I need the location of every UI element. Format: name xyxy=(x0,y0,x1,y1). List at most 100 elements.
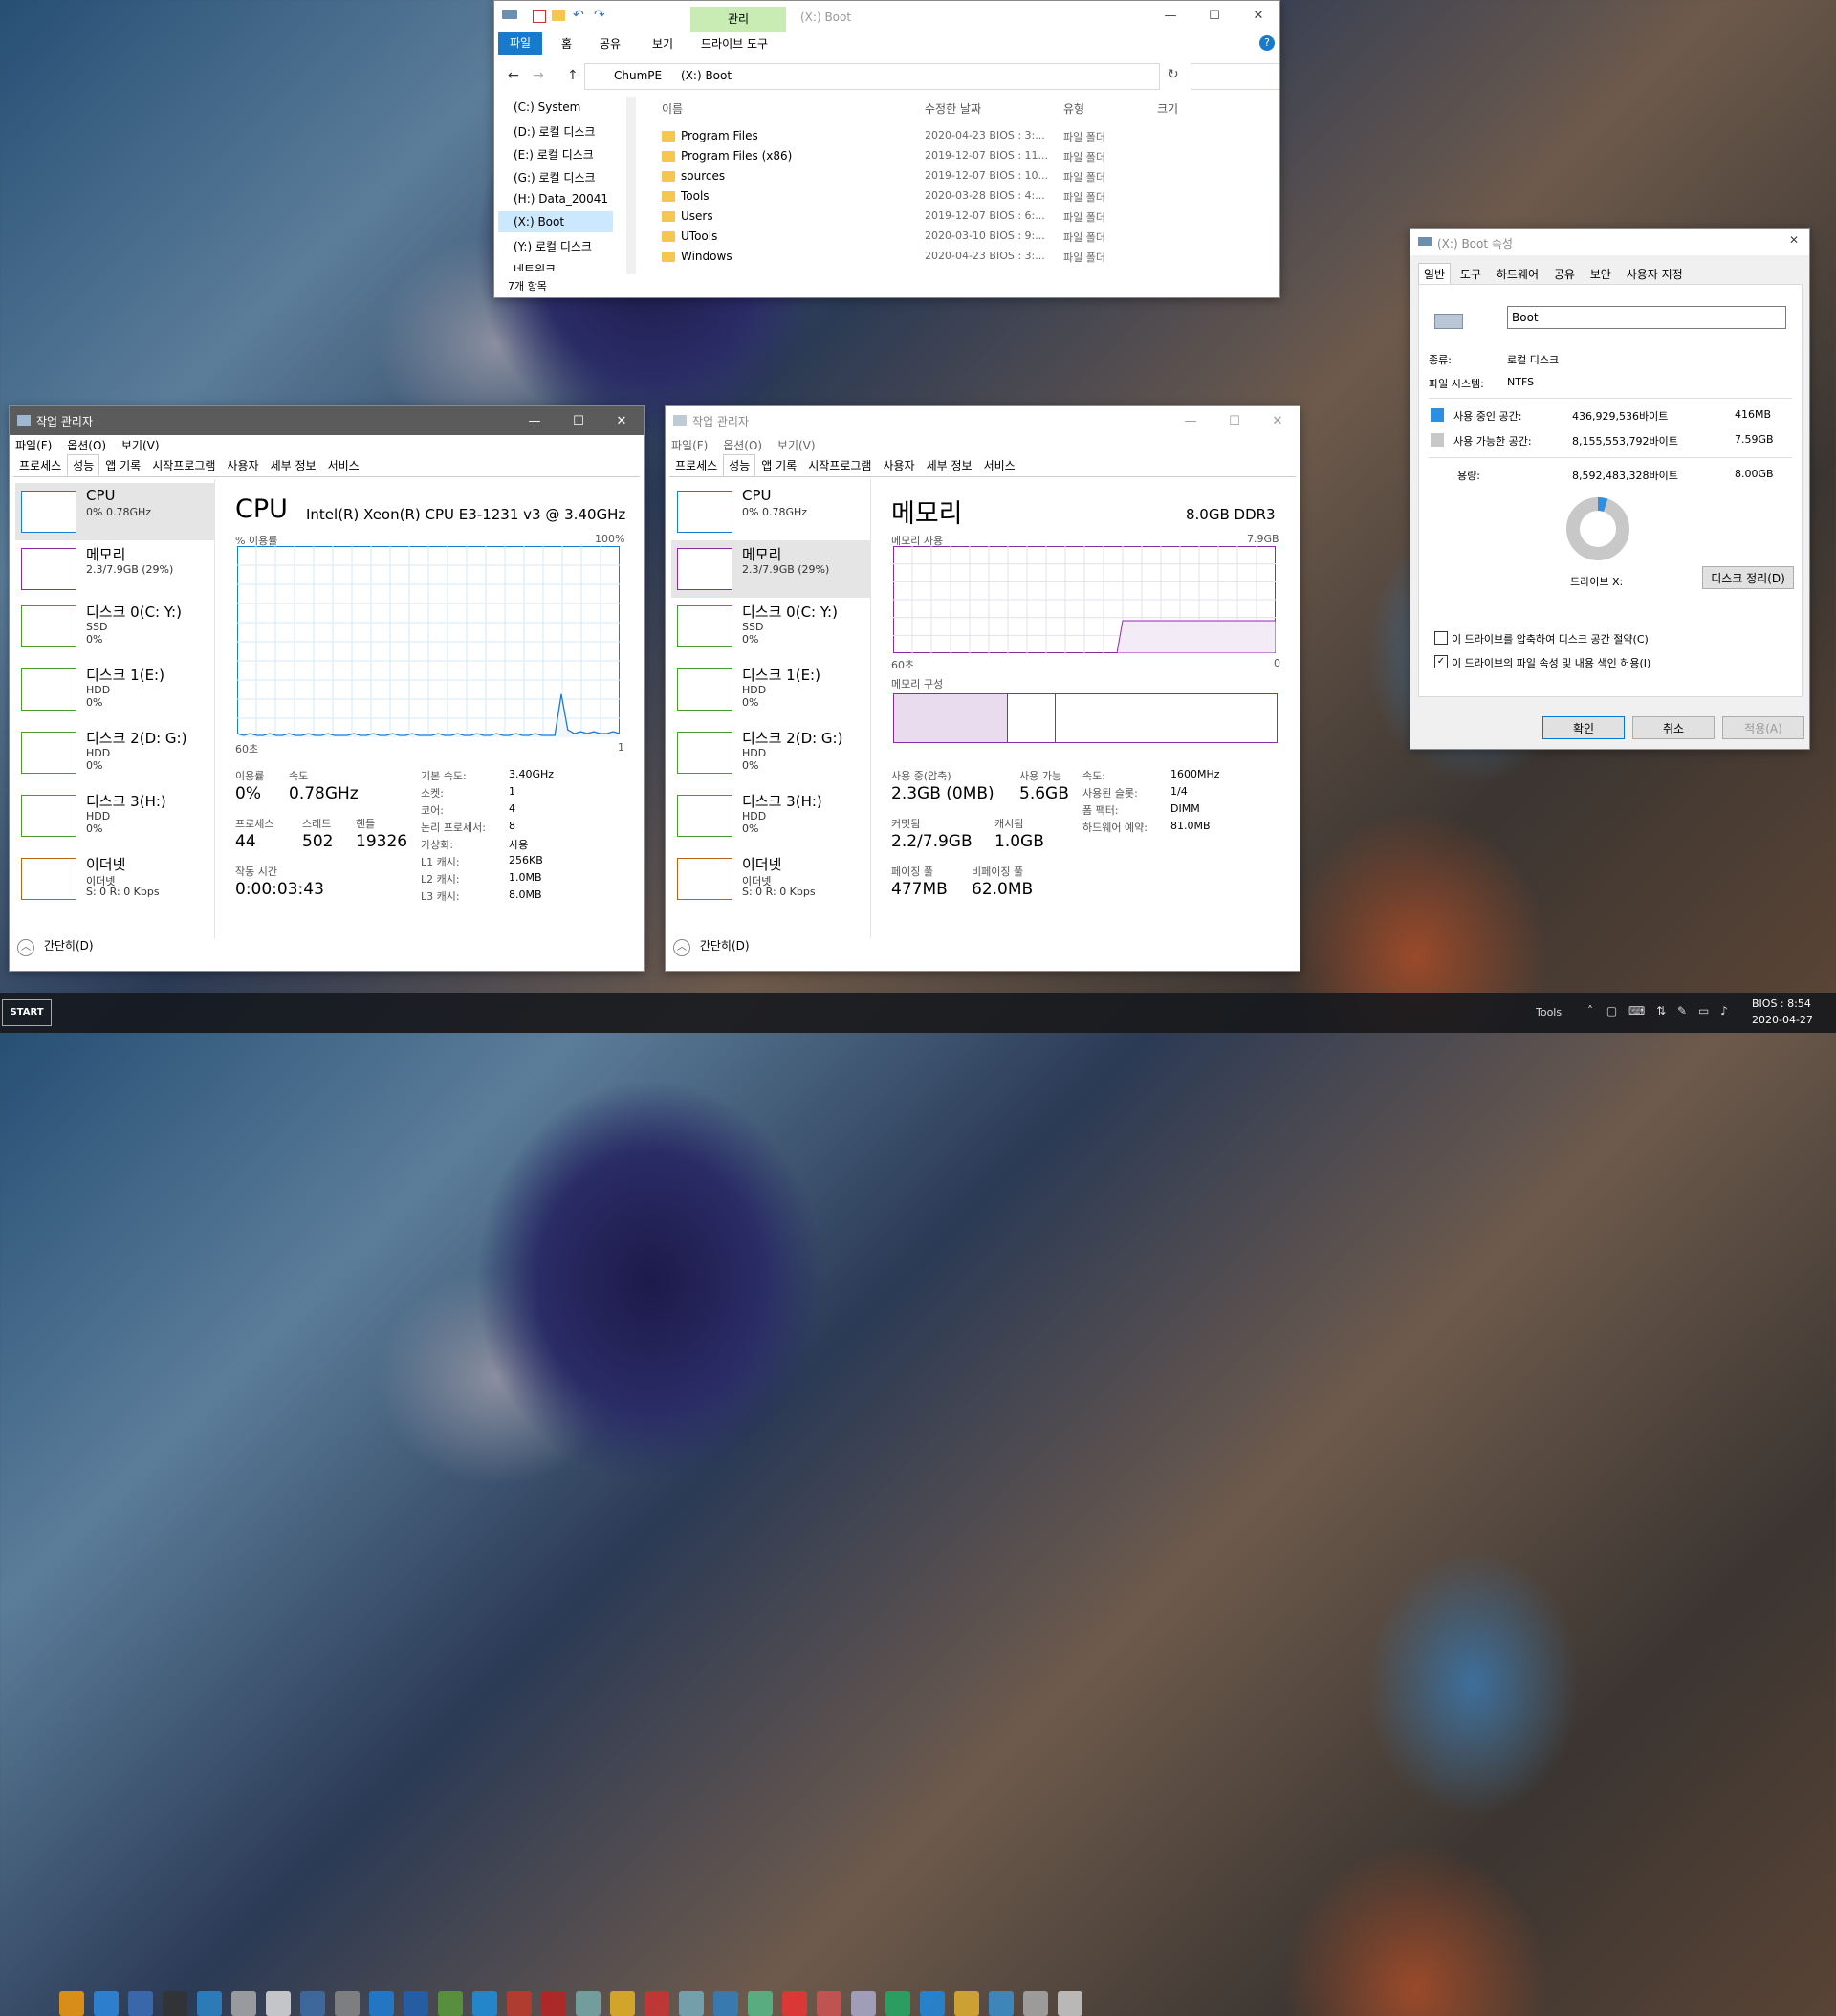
file-row[interactable]: Users 2019-12-07 BIOS : 6:... 파일 폴더 xyxy=(662,208,1255,227)
sidebar-item[interactable]: 이더넷 이더넷 S: 0 R: 0 Kbps xyxy=(671,850,870,908)
maximize-button[interactable]: ☐ xyxy=(557,406,601,435)
tray-pen-icon[interactable]: ✎ xyxy=(1677,1004,1687,1018)
col-name[interactable]: 이름 xyxy=(662,100,683,117)
undo-icon[interactable]: ↶ xyxy=(573,8,584,23)
maximize-button[interactable]: ☐ xyxy=(1192,1,1236,30)
ribbon-tab-drive-tools[interactable]: 드라이브 도구 xyxy=(701,35,768,52)
collapse-button[interactable]: ︿ 간단히(D) xyxy=(673,937,750,956)
col-size[interactable]: 크기 xyxy=(1157,100,1178,117)
calc-icon[interactable] xyxy=(851,1991,876,2016)
close-button[interactable]: ✕ xyxy=(600,406,644,435)
close-icon[interactable]: ✕ xyxy=(1789,233,1799,247)
tab-sharing[interactable]: 공유 xyxy=(1548,263,1581,285)
tab-startup[interactable]: 시작프로그램 xyxy=(802,454,877,476)
close-button[interactable]: ✕ xyxy=(1256,406,1300,435)
key-icon[interactable] xyxy=(610,1991,635,2016)
image-icon[interactable] xyxy=(1058,1991,1082,2016)
tree-item-x[interactable]: (X:) Boot xyxy=(514,215,564,229)
computer-icon[interactable] xyxy=(197,1991,222,2016)
ie-icon[interactable] xyxy=(94,1991,119,2016)
power-icon[interactable] xyxy=(59,1991,84,2016)
windows-icon[interactable] xyxy=(369,1991,394,2016)
menu-file[interactable]: 파일(F) xyxy=(671,439,708,452)
tray-network-icon[interactable]: ⇅ xyxy=(1656,1004,1666,1018)
apply-button[interactable]: 적용(A) xyxy=(1722,716,1804,739)
minimize-button[interactable]: — xyxy=(1148,1,1192,30)
folder-icon[interactable] xyxy=(748,1991,773,2016)
reader-icon[interactable] xyxy=(541,1991,566,2016)
address-bar[interactable]: ChumPE (X:) Boot xyxy=(584,63,1160,90)
clock-date[interactable]: 2020-04-27 xyxy=(1752,1014,1813,1026)
file-row[interactable]: Program Files 2020-04-23 BIOS : 3:... 파일 폴… xyxy=(662,127,1255,146)
tab-app-history[interactable]: 앱 기록 xyxy=(99,454,146,476)
windows-icon[interactable] xyxy=(472,1991,497,2016)
tab-performance[interactable]: 성능 xyxy=(67,454,100,476)
forward-icon[interactable]: → xyxy=(533,68,544,83)
monitor-icon[interactable] xyxy=(300,1991,325,2016)
ribbon-tab-file[interactable]: 파일 xyxy=(498,32,542,55)
index-checkbox[interactable]: ✓ xyxy=(1434,655,1448,668)
tools-icon[interactable] xyxy=(335,1991,360,2016)
ribbon-tab-share[interactable]: 공유 xyxy=(600,35,621,52)
col-date[interactable]: 수정한 날짜 xyxy=(925,100,981,117)
tab-general[interactable]: 일반 xyxy=(1418,263,1452,285)
sidebar-item[interactable]: CPU 0% 0.78GHz xyxy=(671,483,870,540)
pen-icon[interactable] xyxy=(576,1991,601,2016)
tab-processes[interactable]: 프로세스 xyxy=(669,454,723,476)
sidebar-item[interactable]: 디스크 1(E:) HDD 0% xyxy=(671,661,870,718)
tab-security[interactable]: 보안 xyxy=(1585,263,1617,285)
menu-options[interactable]: 옵션(O) xyxy=(67,439,106,452)
sidebar-item[interactable]: 이더넷 이더넷 S: 0 R: 0 Kbps xyxy=(15,850,214,908)
minimize-button[interactable]: — xyxy=(1169,406,1213,435)
file-row[interactable]: Tools 2020-03-28 BIOS : 4:... 파일 폴더 xyxy=(662,187,1255,207)
redo-icon[interactable]: ↷ xyxy=(594,8,605,23)
tree-item-g[interactable]: (G:) 로컬 디스크 xyxy=(514,169,596,186)
sidebar-item[interactable]: 디스크 2(D: G:) HDD 0% xyxy=(671,724,870,781)
sidebar-item[interactable]: 디스크 3(H:) HDD 0% xyxy=(671,787,870,844)
cancel-button[interactable]: 취소 xyxy=(1632,716,1715,739)
search-input[interactable] xyxy=(1191,63,1279,90)
windows-icon[interactable] xyxy=(404,1991,428,2016)
edge-icon[interactable] xyxy=(920,1991,945,2016)
collapse-button[interactable]: ︿ 간단히(D) xyxy=(17,937,94,956)
tab-hardware[interactable]: 하드웨어 xyxy=(1491,263,1544,285)
tab-services[interactable]: 서비스 xyxy=(322,454,365,476)
network-icon[interactable] xyxy=(989,1991,1014,2016)
settings-icon[interactable] xyxy=(128,1991,153,2016)
tree-item-e[interactable]: (E:) 로컬 디스크 xyxy=(514,146,594,163)
tree-item-y[interactable]: (Y:) 로컬 디스크 xyxy=(514,238,592,254)
tools-label[interactable]: Tools xyxy=(1536,1006,1562,1019)
new-folder-icon[interactable] xyxy=(552,10,565,21)
back-icon[interactable]: ← xyxy=(508,68,519,83)
tree-item-c[interactable]: (C:) System xyxy=(514,100,580,114)
breadcrumb-computer[interactable]: ChumPE xyxy=(614,69,662,82)
sidebar-item[interactable]: 디스크 2(D: G:) HDD 0% xyxy=(15,724,214,781)
sidebar-item[interactable]: 디스크 0(C: Y:) SSD 0% xyxy=(671,598,870,655)
menu-view[interactable]: 보기(V) xyxy=(121,439,160,452)
menu-view[interactable]: 보기(V) xyxy=(777,439,816,452)
terminal-icon[interactable] xyxy=(163,1991,187,2016)
sidebar-item[interactable]: CPU 0% 0.78GHz xyxy=(15,483,214,540)
winrar-icon[interactable] xyxy=(507,1991,532,2016)
minimize-button[interactable]: — xyxy=(513,406,557,435)
tab-customize[interactable]: 사용자 지정 xyxy=(1621,263,1689,285)
help-icon[interactable]: ? xyxy=(1259,35,1275,51)
sidebar-item[interactable]: 메모리 2.3/7.9GB (29%) xyxy=(671,540,870,598)
folder-icon[interactable] xyxy=(954,1991,979,2016)
file-row[interactable]: sources 2019-12-07 BIOS : 10... 파일 폴더 xyxy=(662,167,1255,186)
tab-users[interactable]: 사용자 xyxy=(221,454,264,476)
disk-cleanup-button[interactable]: 디스크 정리(D) xyxy=(1702,566,1794,589)
tray-keyboard-icon[interactable]: ⌨ xyxy=(1628,1004,1645,1018)
tree-item-h[interactable]: (H:) Data_20041 xyxy=(514,192,608,206)
drive-name-input[interactable]: Boot xyxy=(1507,306,1786,329)
breadcrumb-boot[interactable]: (X:) Boot xyxy=(681,69,732,82)
doc-icon[interactable] xyxy=(679,1991,704,2016)
close-button[interactable]: ✕ xyxy=(1236,1,1279,30)
up-icon[interactable]: ↑ xyxy=(567,68,579,83)
tree-item-network[interactable]: 네트워크 xyxy=(514,261,556,271)
tab-details[interactable]: 세부 정보 xyxy=(265,454,322,476)
properties-icon[interactable] xyxy=(533,10,546,23)
tray-window-icon[interactable]: ▢ xyxy=(1606,1004,1617,1018)
bug-icon[interactable] xyxy=(645,1991,669,2016)
tab-app-history[interactable]: 앱 기록 xyxy=(755,454,802,476)
